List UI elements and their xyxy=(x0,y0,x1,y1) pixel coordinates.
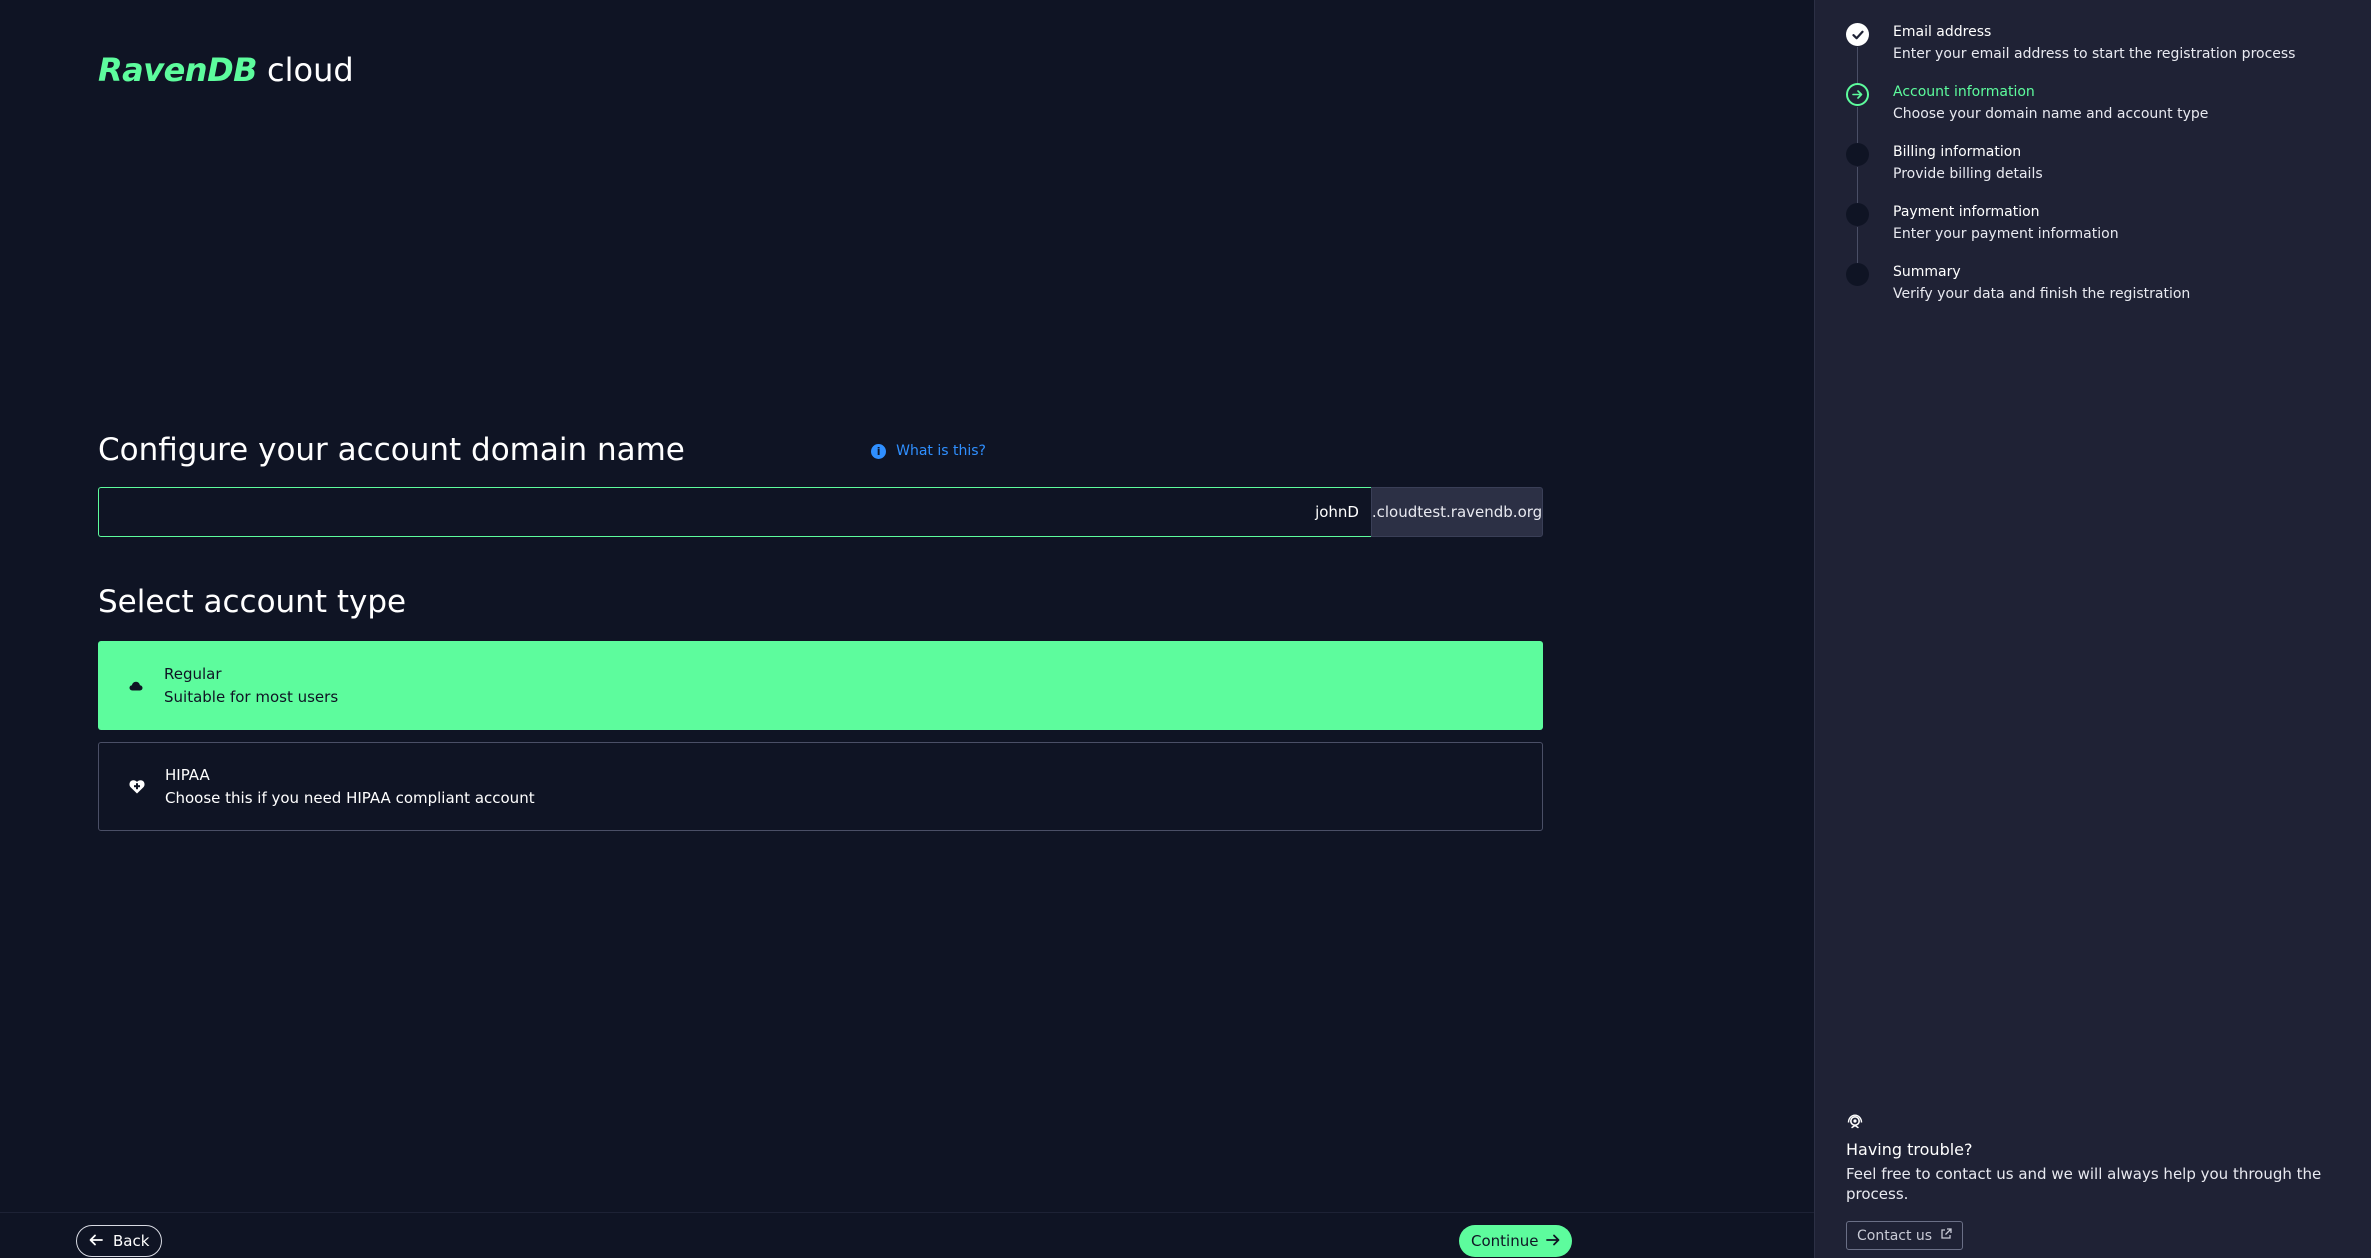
what-is-this-label: What is this? xyxy=(896,443,986,459)
registration-sidebar: Email address Enter your email address t… xyxy=(1814,0,2371,1258)
support-icon xyxy=(1846,1114,1864,1130)
cloud-icon xyxy=(128,678,144,694)
step-description: Verify your data and finish the registra… xyxy=(1893,286,2191,302)
arrow-right-icon xyxy=(1546,1232,1560,1250)
contact-us-button[interactable]: Contact us xyxy=(1846,1221,1964,1250)
step-connector xyxy=(1857,167,1858,204)
pending-step-icon xyxy=(1846,143,1869,166)
step-billing-information: Billing information Provide billing deta… xyxy=(1846,143,2366,204)
account-type-hipaa-option[interactable]: HIPAA Choose this if you need HIPAA comp… xyxy=(98,742,1543,831)
pending-step-icon xyxy=(1846,263,1869,286)
regular-option-title: Regular xyxy=(164,664,222,683)
account-type-section-title: Select account type xyxy=(98,584,407,620)
step-title: Email address xyxy=(1893,24,1992,40)
step-title: Account information xyxy=(1893,84,2035,100)
help-title: Having trouble? xyxy=(1846,1140,1973,1159)
step-description: Enter your email address to start the re… xyxy=(1893,46,2296,62)
main-panel: RavenDB cloud Configure your account dom… xyxy=(0,0,1814,1258)
regular-option-description: Suitable for most users xyxy=(164,687,339,706)
heart-plus-icon xyxy=(129,779,145,795)
account-type-regular-option[interactable]: Regular Suitable for most users xyxy=(98,641,1543,730)
logo-suffix: cloud xyxy=(267,51,354,89)
external-link-icon xyxy=(1940,1227,1952,1244)
hipaa-option-description: Choose this if you need HIPAA compliant … xyxy=(165,788,535,807)
hipaa-option-title: HIPAA xyxy=(165,765,210,784)
step-description: Provide billing details xyxy=(1893,166,2043,182)
domain-suffix: .cloudtest.ravendb.org xyxy=(1371,487,1543,537)
contact-us-label: Contact us xyxy=(1857,1227,1933,1244)
step-payment-information: Payment information Enter your payment i… xyxy=(1846,203,2366,264)
continue-button-label: Continue xyxy=(1471,1232,1539,1250)
arrow-left-icon xyxy=(89,1232,103,1250)
footer-bar: Back Continue xyxy=(0,1212,1814,1258)
domain-input-group: .cloudtest.ravendb.org xyxy=(98,487,1543,537)
pending-step-icon xyxy=(1846,203,1869,226)
continue-button[interactable]: Continue xyxy=(1459,1225,1573,1257)
what-is-this-link[interactable]: i What is this? xyxy=(871,443,986,459)
step-email-address: Email address Enter your email address t… xyxy=(1846,23,2366,84)
step-connector xyxy=(1857,47,1858,84)
step-description: Enter your payment information xyxy=(1893,226,2119,242)
domain-name-input[interactable] xyxy=(98,487,1371,537)
logo-brand: RavenDB xyxy=(98,51,258,89)
checkmark-icon xyxy=(1846,23,1869,46)
domain-section-title: Configure your account domain name xyxy=(98,432,685,468)
step-title: Summary xyxy=(1893,264,1961,280)
step-description: Choose your domain name and account type xyxy=(1893,106,2209,122)
ravendb-cloud-logo: RavenDB cloud xyxy=(98,50,354,90)
back-button-label: Back xyxy=(113,1232,150,1250)
step-connector xyxy=(1857,227,1858,264)
registration-steps: Email address Enter your email address t… xyxy=(1846,23,2366,324)
arrow-right-icon xyxy=(1846,83,1869,106)
step-title: Payment information xyxy=(1893,204,2040,220)
step-title: Billing information xyxy=(1893,144,2022,160)
step-connector xyxy=(1857,107,1858,144)
step-summary: Summary Verify your data and finish the … xyxy=(1846,263,2366,324)
info-icon: i xyxy=(871,443,887,459)
help-text: Feel free to contact us and we will alwa… xyxy=(1846,1165,2322,1203)
back-button[interactable]: Back xyxy=(76,1225,163,1257)
help-section: Having trouble? Feel free to contact us … xyxy=(1846,1114,2366,1250)
step-account-information: Account information Choose your domain n… xyxy=(1846,83,2366,144)
